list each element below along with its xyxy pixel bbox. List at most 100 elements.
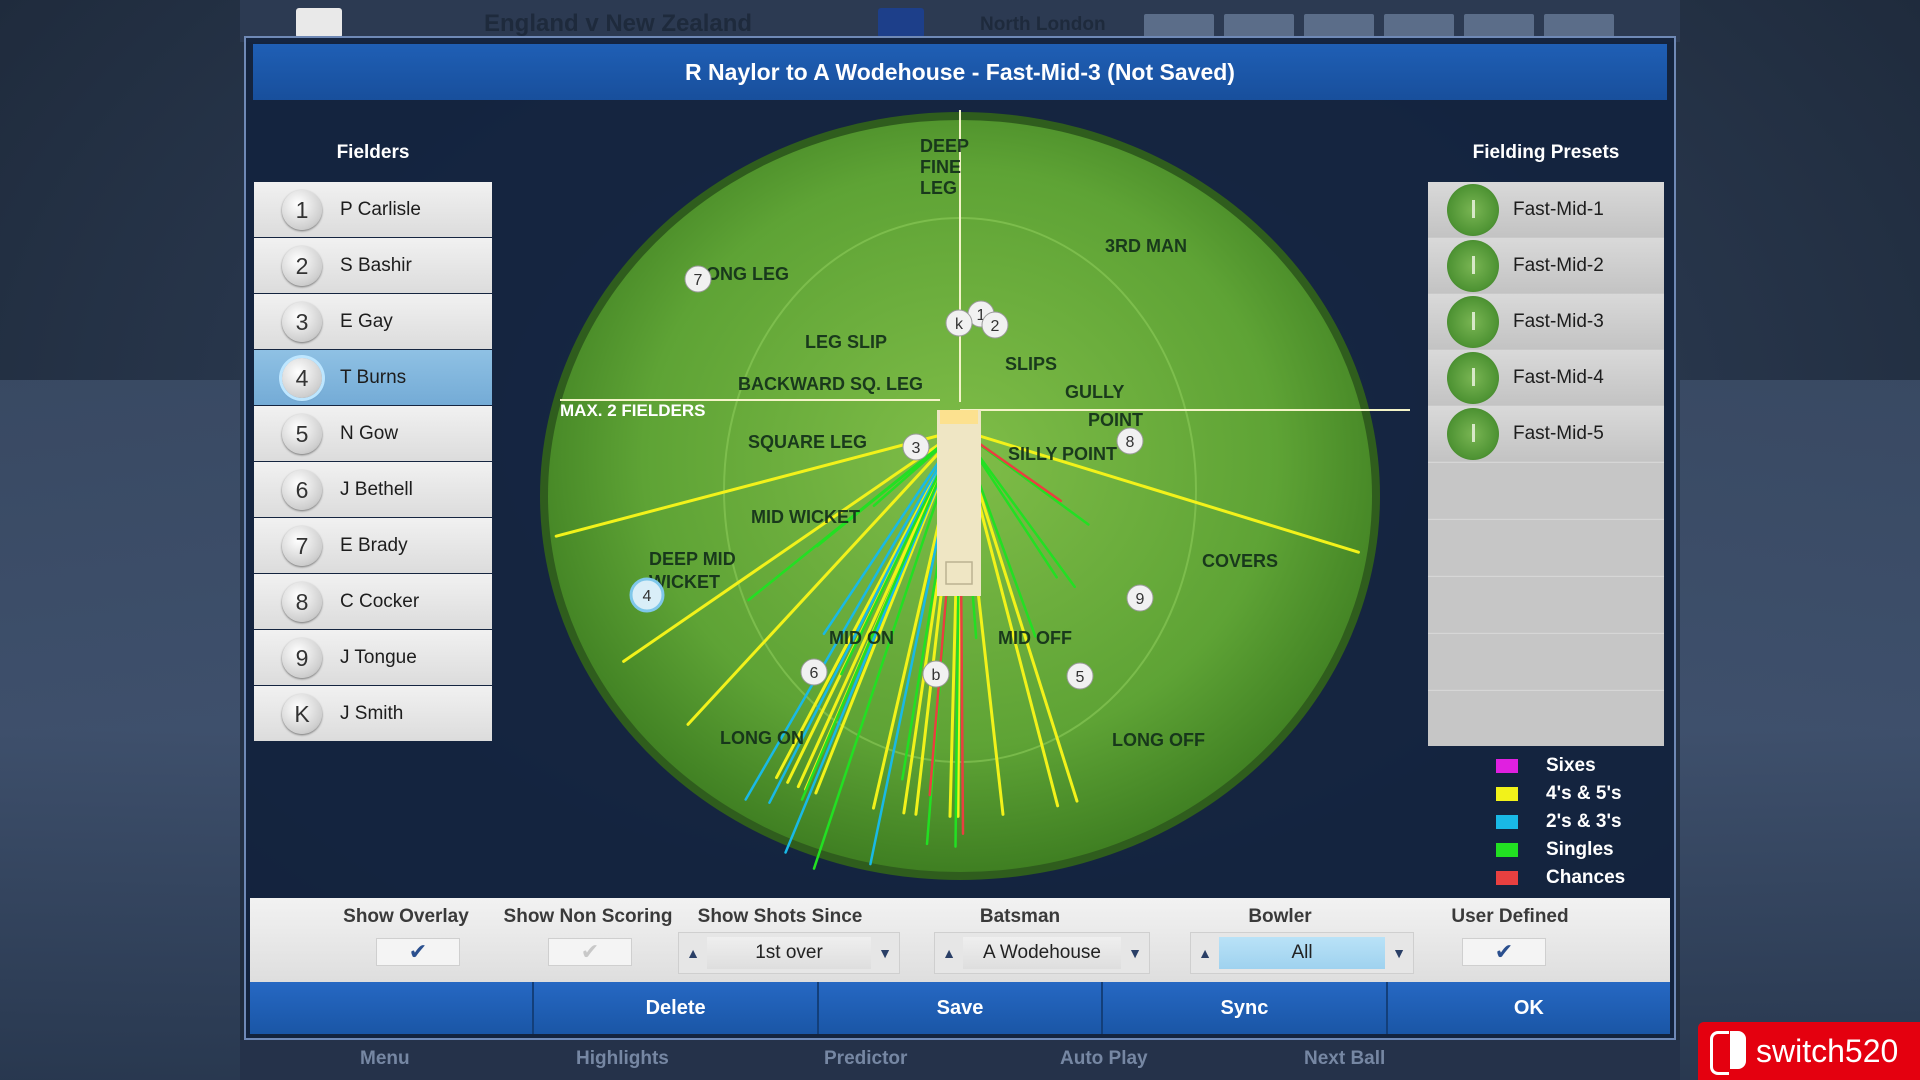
bowler-spinner[interactable]: ▲ All ▼	[1190, 932, 1414, 974]
preset-row[interactable]: Fast-Mid-5	[1428, 406, 1664, 461]
zone-label: LEG SLIP	[805, 332, 887, 352]
nav-menu[interactable]: Menu	[360, 1048, 410, 1070]
fielder-row[interactable]: 4 T Burns	[254, 350, 492, 405]
arrow-up-icon[interactable]: ▲	[1191, 945, 1219, 961]
arrow-down-icon[interactable]: ▼	[1121, 945, 1149, 961]
fielder-row[interactable]: K J Smith	[254, 686, 492, 741]
fielder-row[interactable]: 7 E Brady	[254, 518, 492, 573]
show-shots-since-spinner[interactable]: ▲ 1st over ▼	[678, 932, 900, 974]
fielder-row[interactable]: 1 P Carlisle	[254, 182, 492, 237]
fielder-row[interactable]: 2 S Bashir	[254, 238, 492, 293]
legend-swatch	[1496, 759, 1518, 773]
fielder-number-badge: 4	[282, 357, 322, 398]
save-button[interactable]: Save	[816, 982, 1101, 1034]
zone-label: GULLY	[1065, 382, 1124, 402]
arrow-down-icon[interactable]: ▼	[1385, 945, 1413, 961]
fielder-number-badge: 2	[282, 245, 322, 286]
dialog-title: R Naylor to A Wodehouse - Fast-Mid-3 (No…	[253, 44, 1667, 100]
preset-row[interactable]: Fast-Mid-2	[1428, 238, 1664, 293]
fielder-marker[interactable]: 7	[684, 265, 712, 293]
preset-field-icon	[1447, 239, 1499, 292]
fielder-row[interactable]: 3 E Gay	[254, 294, 492, 349]
controls-bar: Show Overlay ✔ Show Non Scoring ✔ Show S…	[250, 898, 1670, 982]
preset-name: Fast-Mid-3	[1513, 310, 1604, 332]
fielder-row[interactable]: 5 N Gow	[254, 406, 492, 461]
legend-label: Sixes	[1546, 755, 1596, 776]
batsman-spinner[interactable]: ▲ A Wodehouse ▼	[934, 932, 1150, 974]
delete-button[interactable]: Delete	[532, 982, 816, 1034]
zone-label: 3RD MAN	[1105, 236, 1187, 256]
fielder-marker[interactable]: 8	[1116, 427, 1144, 455]
fielder-marker[interactable]: 5	[1066, 662, 1094, 690]
preset-empty-slot[interactable]	[1428, 633, 1664, 689]
field-diagram[interactable]: DEEPFINELEG3RD MANLONG LEGLEG SLIPSLIPSB…	[530, 110, 1410, 900]
fielder-row[interactable]: 9 J Tongue	[254, 630, 492, 685]
fielder-marker[interactable]: 4	[629, 577, 665, 613]
user-defined-label: User Defined	[1451, 906, 1569, 927]
preset-empty-slot[interactable]	[1428, 519, 1664, 575]
fielder-marker-label: 7	[694, 272, 703, 289]
legend-swatch	[1496, 871, 1518, 885]
flag-icon	[1464, 14, 1534, 38]
preset-row[interactable]: Fast-Mid-1	[1428, 182, 1664, 237]
background-nav-bar: Menu Highlights Predictor Auto Play Next…	[240, 1040, 1680, 1080]
zone-label: SQUARE LEG	[748, 432, 867, 452]
arrow-up-icon[interactable]: ▲	[935, 945, 963, 961]
bowler-label: Bowler	[1248, 906, 1312, 927]
fielder-marker[interactable]: b	[922, 660, 950, 688]
show-non-scoring-checkbox[interactable]: ✔	[548, 938, 632, 966]
nav-highlights[interactable]: Highlights	[576, 1048, 669, 1070]
nav-auto-play[interactable]: Auto Play	[1060, 1048, 1148, 1070]
legend-label: 4's & 5's	[1546, 783, 1622, 804]
fielder-name: P Carlisle	[340, 198, 421, 220]
preset-empty-slot[interactable]	[1428, 576, 1664, 632]
zone-label: DEEP	[920, 136, 969, 156]
user-defined-checkbox[interactable]: ✔	[1462, 938, 1546, 966]
zone-label: SLIPS	[1005, 354, 1057, 374]
legend-swatch	[1496, 815, 1518, 829]
legend-label: 2's & 3's	[1546, 811, 1622, 832]
stumps	[940, 410, 978, 424]
max-fielders-label: MAX. 2 FIELDERS	[560, 401, 705, 420]
fielder-marker-label: 2	[991, 318, 1000, 335]
preset-name: Fast-Mid-4	[1513, 366, 1604, 388]
fielder-row[interactable]: 8 C Cocker	[254, 574, 492, 629]
sync-button[interactable]: Sync	[1101, 982, 1385, 1034]
fielder-name: S Bashir	[340, 254, 412, 276]
preset-empty-slot[interactable]	[1428, 690, 1664, 746]
zone-label: POINT	[1088, 410, 1143, 430]
fielder-row[interactable]: 6 J Bethell	[254, 462, 492, 517]
arrow-down-icon[interactable]: ▼	[871, 945, 899, 961]
fielder-number-badge: 1	[282, 189, 322, 230]
show-overlay-checkbox[interactable]: ✔	[376, 938, 460, 966]
preset-row[interactable]: Fast-Mid-4	[1428, 350, 1664, 405]
fielder-marker[interactable]: 3	[902, 433, 930, 461]
zone-label: LEG	[920, 178, 957, 198]
fielder-marker[interactable]: 6	[800, 658, 828, 686]
bowler-value: All	[1219, 937, 1385, 969]
batsman-value: A Wodehouse	[963, 937, 1121, 969]
legend-item: 4's & 5's	[1496, 780, 1625, 808]
fielder-number-badge: 6	[282, 469, 322, 510]
legend-swatch	[1496, 787, 1518, 801]
preset-name: Fast-Mid-5	[1513, 422, 1604, 444]
fielder-number-badge: 8	[282, 581, 322, 622]
fielder-marker[interactable]: k	[945, 309, 973, 337]
zone-label: LONG ON	[720, 728, 804, 748]
fielder-marker[interactable]: 9	[1126, 584, 1154, 612]
weather-icon	[1144, 14, 1214, 38]
fielders-heading: Fielders	[336, 142, 410, 163]
fielder-name: J Smith	[340, 702, 404, 724]
nav-next-ball[interactable]: Next Ball	[1304, 1048, 1385, 1070]
preset-field-icon	[1447, 295, 1499, 348]
preset-name: Fast-Mid-1	[1513, 198, 1604, 220]
preset-empty-slot[interactable]	[1428, 462, 1664, 518]
ok-button[interactable]: OK	[1385, 982, 1670, 1034]
ball-icon	[1304, 14, 1374, 38]
arrow-up-icon[interactable]: ▲	[679, 945, 707, 961]
fielder-marker[interactable]: 2	[981, 311, 1009, 339]
preset-row[interactable]: Fast-Mid-3	[1428, 294, 1664, 349]
fielder-name: J Bethell	[340, 478, 413, 500]
nav-predictor[interactable]: Predictor	[824, 1048, 907, 1070]
zone-label: LONG OFF	[1112, 730, 1205, 750]
